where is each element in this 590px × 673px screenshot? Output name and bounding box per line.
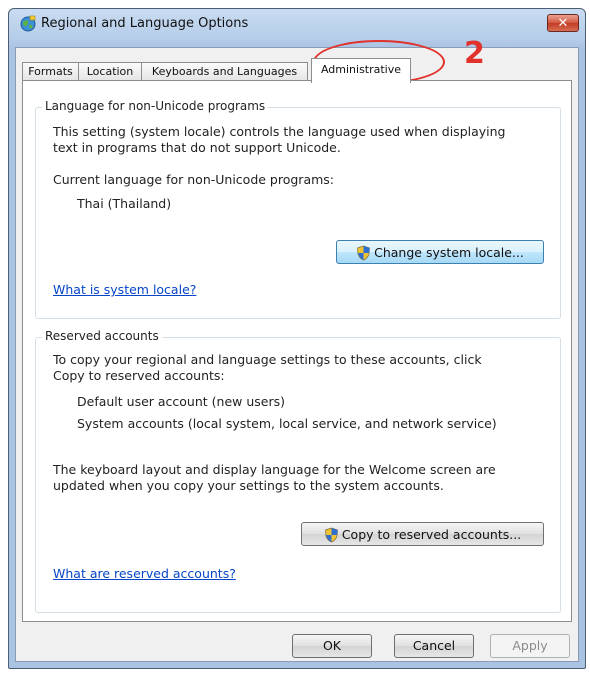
tab-administrative[interactable]: Administrative (311, 58, 411, 83)
reserved-item-system-accounts: System accounts (local system, local ser… (77, 416, 497, 431)
tab-location[interactable]: Location (78, 62, 142, 81)
change-system-locale-label: Change system locale... (374, 244, 524, 260)
cancel-button[interactable]: Cancel (394, 634, 474, 658)
reserved-note-line1: The keyboard layout and display language… (53, 462, 496, 477)
non-unicode-description-line2: text in programs that do not support Uni… (53, 140, 341, 155)
uac-shield-icon (324, 527, 338, 542)
tab-formats[interactable]: Formats (22, 62, 79, 81)
annotation-step-2: 2 (464, 36, 485, 71)
apply-button[interactable]: Apply (490, 634, 570, 658)
what-is-system-locale-link[interactable]: What is system locale? (53, 282, 196, 297)
globe-icon (20, 15, 36, 32)
dialog-window: Regional and Language Options ✕ Formats … (8, 8, 586, 669)
administrative-tab-panel: Language for non-Unicode programs This s… (22, 80, 572, 622)
current-language-value: Thai (Thailand) (77, 196, 172, 211)
current-language-label: Current language for non-Unicode program… (53, 172, 334, 187)
non-unicode-group: Language for non-Unicode programs This s… (35, 99, 561, 319)
what-are-reserved-accounts-link[interactable]: What are reserved accounts? (53, 566, 236, 581)
reserved-item-default-user: Default user account (new users) (77, 394, 285, 409)
reserved-description-line1: To copy your regional and language setti… (53, 352, 482, 367)
non-unicode-group-title: Language for non-Unicode programs (42, 99, 269, 113)
uac-shield-icon (357, 245, 370, 260)
non-unicode-description-line1: This setting (system locale) controls th… (53, 124, 506, 139)
reserved-note-line2: updated when you copy your settings to t… (53, 478, 444, 493)
ok-button[interactable]: OK (292, 634, 372, 658)
reserved-description-line2: Copy to reserved accounts: (53, 368, 225, 383)
change-system-locale-button[interactable]: Change system locale... (336, 240, 544, 264)
title-bar[interactable]: Regional and Language Options ✕ (9, 9, 585, 39)
window-title: Regional and Language Options (41, 16, 249, 31)
copy-to-reserved-accounts-label: Copy to reserved accounts... (341, 526, 522, 542)
dialog-client-area: Formats Location Keyboards and Languages… (15, 47, 579, 662)
close-button[interactable]: ✕ (547, 14, 579, 32)
tab-keyboards-and-languages[interactable]: Keyboards and Languages (141, 62, 308, 81)
copy-to-reserved-accounts-button[interactable]: Copy to reserved accounts... (301, 522, 544, 546)
reserved-accounts-group-title: Reserved accounts (42, 329, 162, 343)
reserved-accounts-group: Reserved accounts To copy your regional … (35, 329, 561, 613)
